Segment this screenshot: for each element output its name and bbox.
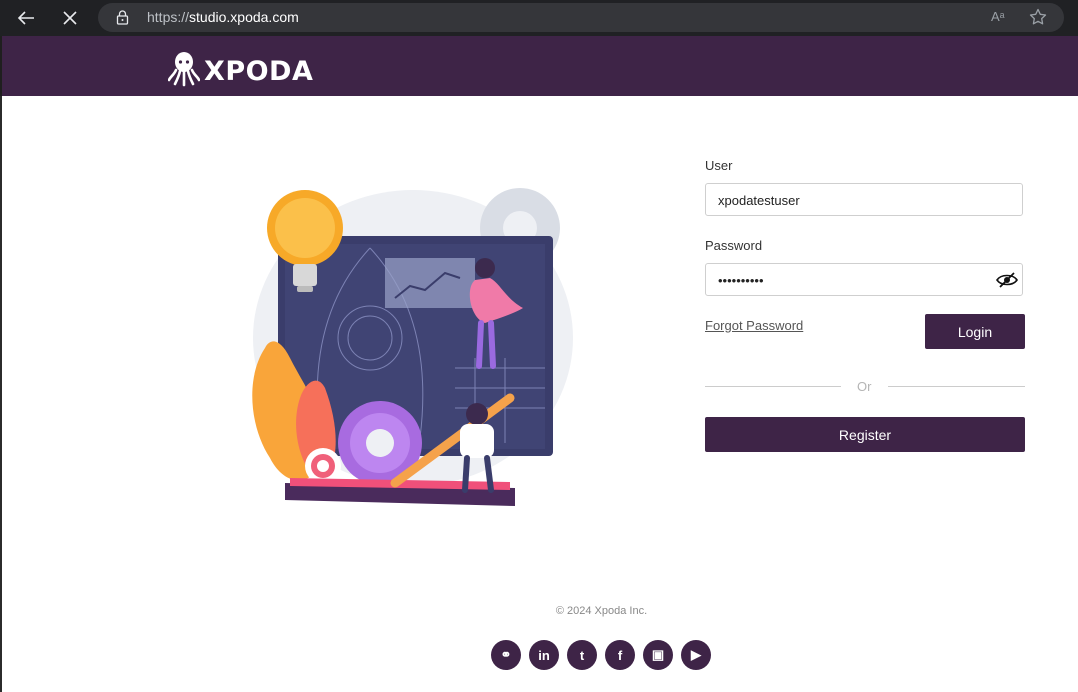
password-label: Password bbox=[705, 238, 763, 253]
browser-toolbar: https://studio.xpoda.com Aᵃ bbox=[0, 0, 1078, 36]
separator-line-left bbox=[705, 386, 841, 387]
back-arrow-icon[interactable] bbox=[12, 4, 40, 32]
read-aloud-icon[interactable]: Aᵃ bbox=[991, 9, 1005, 24]
header-edge bbox=[0, 36, 2, 96]
social-links: ⚭ in t f ▣ ▶ bbox=[491, 640, 711, 670]
logo-text: XPODA bbox=[204, 56, 314, 87]
link-icon[interactable]: ⚭ bbox=[491, 640, 521, 670]
or-text: Or bbox=[857, 379, 872, 394]
forgot-password-link[interactable]: Forgot Password bbox=[705, 318, 803, 333]
or-separator: Or bbox=[705, 379, 1025, 395]
developer-workspace-illustration bbox=[245, 188, 580, 523]
login-button[interactable]: Login bbox=[925, 314, 1025, 349]
password-value: •••••••••• bbox=[718, 273, 764, 288]
url-scheme: https:// bbox=[147, 9, 190, 25]
site-header: XPODA bbox=[0, 36, 1078, 96]
instagram-icon[interactable]: ▣ bbox=[643, 640, 673, 670]
eye-slash-icon[interactable] bbox=[996, 272, 1018, 291]
linkedin-icon[interactable]: in bbox=[529, 640, 559, 670]
twitter-icon[interactable]: t bbox=[567, 640, 597, 670]
copyright-text: © 2024 Xpoda Inc. bbox=[555, 605, 648, 617]
register-button[interactable]: Register bbox=[705, 417, 1025, 452]
url-text: https://studio.xpoda.com bbox=[147, 9, 299, 25]
octopus-icon bbox=[167, 51, 201, 92]
favorite-star-icon[interactable] bbox=[1029, 8, 1047, 31]
url-host: studio.xpoda.com bbox=[189, 9, 299, 25]
lock-icon[interactable] bbox=[116, 10, 129, 30]
close-icon[interactable] bbox=[56, 4, 84, 32]
youtube-icon[interactable]: ▶ bbox=[681, 640, 711, 670]
logo[interactable]: XPODA bbox=[167, 51, 314, 92]
address-bar[interactable]: https://studio.xpoda.com Aᵃ bbox=[98, 3, 1064, 32]
password-input[interactable]: •••••••••• bbox=[705, 263, 1023, 296]
user-input[interactable]: xpodatestuser bbox=[705, 183, 1023, 216]
separator-line-right bbox=[888, 386, 1025, 387]
page-left-border bbox=[0, 96, 2, 692]
facebook-icon[interactable]: f bbox=[605, 640, 635, 670]
user-label: User bbox=[705, 158, 733, 173]
